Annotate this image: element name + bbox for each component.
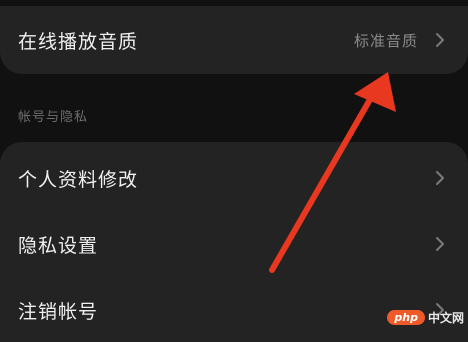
- list-item-label: 隐私设置: [18, 234, 99, 257]
- chevron-right-icon: [432, 32, 448, 48]
- list-item-privacy-settings[interactable]: 隐私设置: [0, 214, 468, 274]
- section-header-account-privacy: 帐号与隐私: [18, 110, 89, 125]
- watermark-logo: php: [387, 310, 425, 325]
- chevron-right-icon: [432, 236, 448, 252]
- playback-quality-card: 在线播放音质 标准音质: [0, 6, 468, 74]
- list-item-edit-profile[interactable]: 个人资料修改: [0, 148, 468, 208]
- watermark-text: 中文网: [427, 311, 464, 325]
- chevron-right-icon: [432, 170, 448, 186]
- playback-quality-row[interactable]: 在线播放音质 标准音质: [0, 6, 468, 74]
- list-item-label: 个人资料修改: [18, 168, 139, 191]
- playback-quality-value: 标准音质: [353, 31, 418, 50]
- list-item-label: 注销帐号: [18, 300, 99, 323]
- watermark: php 中文网: [387, 309, 464, 326]
- playback-quality-label: 在线播放音质: [18, 30, 139, 53]
